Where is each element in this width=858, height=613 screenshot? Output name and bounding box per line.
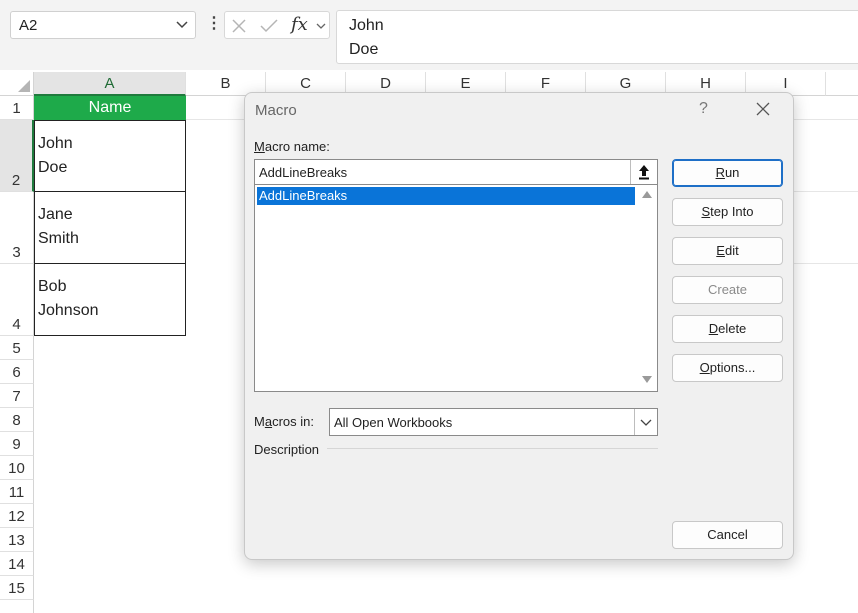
row-header-8[interactable]: 8: [0, 408, 34, 432]
row-header-6[interactable]: 6: [0, 360, 34, 384]
upload-arrow-icon: [639, 165, 649, 180]
chevron-down-icon: [640, 419, 652, 426]
create-button[interactable]: Create: [672, 276, 783, 304]
chevron-down-icon[interactable]: [315, 20, 327, 32]
row-header-2[interactable]: 2: [0, 120, 34, 192]
scroll-down-icon[interactable]: [642, 376, 652, 383]
cell-a3[interactable]: Jane Smith: [34, 192, 186, 264]
cell-line-2: Smith: [38, 230, 79, 247]
row-header-9[interactable]: 9: [0, 432, 34, 456]
formula-input[interactable]: John Doe: [336, 10, 858, 64]
row-header-4[interactable]: 4: [0, 264, 34, 336]
row-header-label: 5: [12, 340, 21, 357]
row-header-label: 10: [8, 460, 25, 477]
row-header-label: 2: [11, 172, 21, 189]
macro-list[interactable]: AddLineBreaks: [254, 185, 658, 392]
macro-dialog: Macro ? Macro name: AddLineBreaks AddLin…: [244, 92, 794, 560]
row-header-label: 1: [12, 100, 21, 117]
description-label: Description: [254, 442, 320, 457]
formula-line-2: Doe: [349, 41, 379, 58]
cell-a2[interactable]: John Doe: [34, 120, 186, 192]
insert-function-icon[interactable]: fx: [291, 14, 308, 35]
more-options-icon[interactable]: ⋮: [206, 16, 222, 32]
macro-name-input[interactable]: AddLineBreaks: [254, 159, 658, 185]
dropdown-button[interactable]: [634, 409, 657, 435]
cell-line-1: Bob: [38, 278, 67, 295]
row-header-3[interactable]: 3: [0, 192, 34, 264]
row-header-11[interactable]: 11: [0, 480, 34, 504]
close-icon[interactable]: [755, 101, 771, 117]
row-header-7[interactable]: 7: [0, 384, 34, 408]
row-header-label: 3: [12, 244, 21, 261]
macros-in-value: All Open Workbooks: [334, 415, 453, 430]
row-header-label: 7: [12, 388, 21, 405]
row-header-16[interactable]: [0, 600, 34, 613]
delete-button[interactable]: Delete: [672, 315, 783, 343]
row-header-15[interactable]: 15: [0, 576, 34, 600]
run-button[interactable]: Run: [672, 159, 783, 187]
scroll-up-icon[interactable]: [642, 191, 652, 198]
row-header-label: 11: [8, 484, 25, 501]
upload-arrow-button[interactable]: [630, 160, 657, 184]
help-icon[interactable]: ?: [699, 100, 708, 118]
row-header-label: 8: [12, 412, 21, 429]
row-header-10[interactable]: 10: [0, 456, 34, 480]
row-header-14[interactable]: 14: [0, 552, 34, 576]
macro-name-label: Macro name:: [254, 139, 330, 154]
name-box[interactable]: A2: [10, 11, 196, 39]
select-all-corner[interactable]: [0, 72, 34, 96]
macro-name-value: AddLineBreaks: [259, 165, 348, 180]
row-header-label: 12: [8, 508, 25, 525]
gridline: [794, 119, 858, 120]
cell-line-1: Jane: [38, 206, 73, 223]
options-button[interactable]: Options...: [672, 354, 783, 382]
row-header-label: 6: [12, 364, 21, 381]
step-into-button[interactable]: Step Into: [672, 198, 783, 226]
confirm-entry-icon[interactable]: [259, 18, 279, 34]
column-header-j[interactable]: [826, 72, 858, 96]
gridline: [794, 263, 858, 264]
cell-a1[interactable]: Name: [34, 96, 186, 120]
cell-line-2: Johnson: [38, 302, 99, 319]
row-header-label: 9: [12, 436, 21, 453]
formula-line-1: John: [349, 17, 384, 34]
row-header-label: 4: [12, 316, 21, 333]
description-divider: [327, 448, 658, 449]
gridline: [186, 119, 244, 120]
row-header-label: 13: [8, 532, 25, 549]
gridline: [794, 191, 858, 192]
row-header-5[interactable]: 5: [0, 336, 34, 360]
dialog-title: Macro: [255, 102, 297, 119]
cell-line-2: Doe: [38, 159, 68, 176]
cell-line-1: John: [38, 135, 73, 152]
cancel-entry-icon[interactable]: [231, 18, 247, 34]
chevron-down-icon[interactable]: [175, 17, 189, 31]
list-item[interactable]: AddLineBreaks: [257, 187, 635, 205]
row-header-13[interactable]: 13: [0, 528, 34, 552]
macros-in-label: Macros in:: [254, 414, 314, 429]
column-header-a[interactable]: A: [34, 72, 186, 96]
edit-button[interactable]: Edit: [672, 237, 783, 265]
cell-a4[interactable]: Bob Johnson: [34, 264, 186, 336]
formula-buttons: fx: [224, 11, 330, 39]
row-header-12[interactable]: 12: [0, 504, 34, 528]
row-header-label: 14: [8, 556, 25, 573]
cancel-button[interactable]: Cancel: [672, 521, 783, 549]
row-header-1[interactable]: 1: [0, 96, 34, 120]
macros-in-select[interactable]: All Open Workbooks: [329, 408, 658, 436]
name-box-value: A2: [19, 17, 38, 34]
formula-bar-area: A2 ⋮ fx John Doe: [0, 0, 858, 70]
row-header-label: 15: [8, 580, 25, 597]
select-all-triangle-icon: [18, 80, 30, 92]
